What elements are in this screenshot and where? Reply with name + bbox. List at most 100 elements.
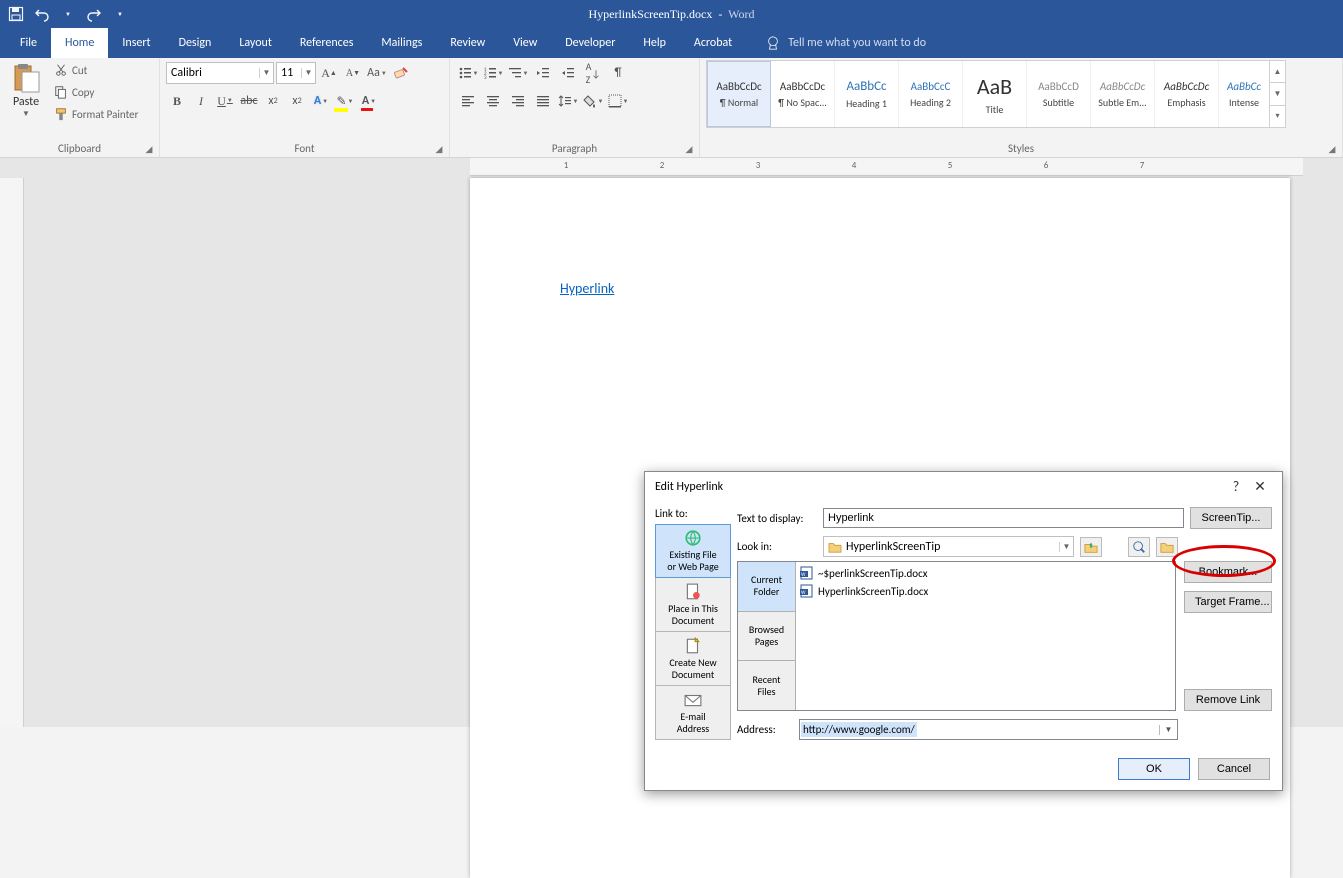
grow-font-icon[interactable]: A▲ (318, 62, 340, 84)
sort-icon[interactable]: AZ↓ (581, 62, 605, 84)
numbering-button[interactable]: 123▼ (481, 62, 505, 84)
style-subtitle[interactable]: AaBbCcDSubtitle (1027, 61, 1091, 127)
document-title: HyperlinkScreenTip.docx - Word (588, 7, 754, 22)
strikethrough-button[interactable]: abc (238, 90, 260, 112)
look-in-combo[interactable]: HyperlinkScreenTip ▼ (823, 536, 1074, 557)
clear-formatting-icon[interactable] (390, 62, 412, 84)
font-size-combo[interactable]: 11▼ (276, 62, 316, 84)
screentip-button[interactable]: ScreenTip... (1190, 507, 1272, 529)
style-subtle-emphasis[interactable]: AaBbCcDcSubtle Em... (1091, 61, 1155, 127)
style-heading-2[interactable]: AaBbCcCHeading 2 (899, 61, 963, 127)
tab-insert[interactable]: Insert (108, 28, 164, 58)
hyperlink-text[interactable]: Hyperlink (560, 280, 614, 297)
styles-launcher-icon[interactable]: ◢ (1326, 143, 1338, 155)
linkto-place-in-document[interactable]: Place in This Document (655, 578, 731, 632)
increase-indent-icon[interactable] (556, 62, 580, 84)
close-icon[interactable]: ✕ (1248, 478, 1272, 495)
linkto-create-new[interactable]: Create New Document (655, 632, 731, 686)
justify-icon[interactable] (531, 90, 555, 112)
style-intense[interactable]: AaBbCcIntense (1219, 61, 1269, 127)
horizontal-ruler[interactable]: 1234567 (470, 158, 1303, 176)
tell-me[interactable]: Tell me what you want to do (766, 28, 926, 58)
target-frame-button[interactable]: Target Frame... (1184, 591, 1272, 613)
cancel-button[interactable]: Cancel (1198, 758, 1270, 780)
file-item[interactable]: WHyperlinkScreenTip.docx (798, 582, 1173, 600)
underline-button[interactable]: U▼ (214, 90, 236, 112)
styles-scroll[interactable]: ▲▼▾ (1269, 61, 1285, 127)
tab-design[interactable]: Design (165, 28, 226, 58)
paste-dropdown-icon[interactable]: ▼ (22, 109, 30, 119)
tab-mailings[interactable]: Mailings (367, 28, 436, 58)
remove-link-button[interactable]: Remove Link (1184, 689, 1272, 711)
vertical-ruler[interactable] (0, 178, 24, 727)
highlight-button[interactable]: ✎▼ (334, 90, 356, 112)
align-right-icon[interactable] (506, 90, 530, 112)
shading-icon[interactable]: ▼ (581, 90, 605, 112)
show-marks-icon[interactable]: ¶ (606, 62, 630, 84)
style-no-spacing[interactable]: AaBbCcDc¶ No Spac... (771, 61, 835, 127)
ok-button[interactable]: OK (1118, 758, 1190, 780)
look-in-label: Look in: (737, 540, 817, 553)
file-item[interactable]: W~$perlinkScreenTip.docx (798, 564, 1173, 582)
font-color-button[interactable]: A▼ (358, 90, 380, 112)
undo-icon[interactable] (34, 6, 50, 22)
paste-button[interactable]: Paste ▼ (6, 60, 46, 140)
tell-me-label: Tell me what you want to do (788, 36, 926, 50)
file-list[interactable]: W~$perlinkScreenTip.docx WHyperlinkScree… (796, 562, 1175, 710)
multilevel-button[interactable]: ▼ (506, 62, 530, 84)
line-spacing-icon[interactable]: ▼ (556, 90, 580, 112)
format-painter-button[interactable]: Format Painter (52, 104, 140, 124)
subscript-button[interactable]: x2 (262, 90, 284, 112)
tab-layout[interactable]: Layout (225, 28, 286, 58)
style-normal[interactable]: AaBbCcDc¶ Normal (707, 61, 771, 127)
help-icon[interactable]: ? (1224, 478, 1248, 495)
undo-more-icon[interactable]: ▼ (60, 6, 76, 22)
styles-gallery[interactable]: AaBbCcDc¶ Normal AaBbCcDc¶ No Spac... Aa… (706, 60, 1286, 128)
redo-icon[interactable] (86, 6, 102, 22)
decrease-indent-icon[interactable] (531, 62, 555, 84)
up-folder-icon[interactable] (1080, 537, 1102, 557)
bullets-button[interactable]: ▼ (456, 62, 480, 84)
bookmark-button[interactable]: Bookmark... (1184, 561, 1272, 583)
change-case-icon[interactable]: Aa▼ (366, 62, 388, 84)
cut-button[interactable]: Cut (52, 60, 140, 80)
font-launcher-icon[interactable]: ◢ (433, 143, 445, 155)
clipboard-launcher-icon[interactable]: ◢ (143, 143, 155, 155)
style-title[interactable]: AaBTitle (963, 61, 1027, 127)
borders-icon[interactable]: ▼ (606, 90, 630, 112)
copy-button[interactable]: Copy (52, 82, 140, 102)
qat-customize-icon[interactable]: ▼ (112, 6, 128, 22)
browse-web-icon[interactable] (1128, 537, 1150, 557)
linkto-email[interactable]: E-mail Address (655, 686, 731, 740)
browse-tab-recent-files[interactable]: Recent Files (738, 661, 795, 710)
text-to-display-input[interactable] (823, 508, 1184, 528)
document-area: 1234567 Hyperlink Edit Hyperlink ? ✕ Lin… (0, 158, 1343, 727)
save-icon[interactable] (8, 6, 24, 22)
edit-hyperlink-dialog: Edit Hyperlink ? ✕ Link to: Existing Fil… (644, 471, 1283, 791)
tab-references[interactable]: References (286, 28, 368, 58)
bold-button[interactable]: B (166, 90, 188, 112)
tab-review[interactable]: Review (436, 28, 499, 58)
style-emphasis[interactable]: AaBbCcDcEmphasis (1155, 61, 1219, 127)
tab-file[interactable]: File (6, 28, 51, 58)
browse-tab-current-folder[interactable]: Current Folder (738, 562, 795, 612)
text-effects-icon[interactable]: A▼ (310, 90, 332, 112)
browse-file-icon[interactable] (1156, 537, 1178, 557)
group-paragraph-label: Paragraph◢ (456, 140, 693, 157)
italic-button[interactable]: I (190, 90, 212, 112)
tab-acrobat[interactable]: Acrobat (680, 28, 746, 58)
shrink-font-icon[interactable]: A▼ (342, 62, 364, 84)
linkto-existing-file[interactable]: Existing File or Web Page (655, 524, 731, 578)
tab-home[interactable]: Home (51, 28, 108, 58)
align-left-icon[interactable] (456, 90, 480, 112)
browse-tab-browsed-pages[interactable]: Browsed Pages (738, 612, 795, 662)
style-heading-1[interactable]: AaBbCcHeading 1 (835, 61, 899, 127)
tab-view[interactable]: View (499, 28, 551, 58)
tab-help[interactable]: Help (629, 28, 680, 58)
tab-developer[interactable]: Developer (551, 28, 629, 58)
align-center-icon[interactable] (481, 90, 505, 112)
address-input[interactable]: http://www.google.com/ ▼ (799, 719, 1178, 740)
paragraph-launcher-icon[interactable]: ◢ (683, 143, 695, 155)
font-name-combo[interactable]: Calibri▼ (166, 62, 274, 84)
superscript-button[interactable]: x2 (286, 90, 308, 112)
